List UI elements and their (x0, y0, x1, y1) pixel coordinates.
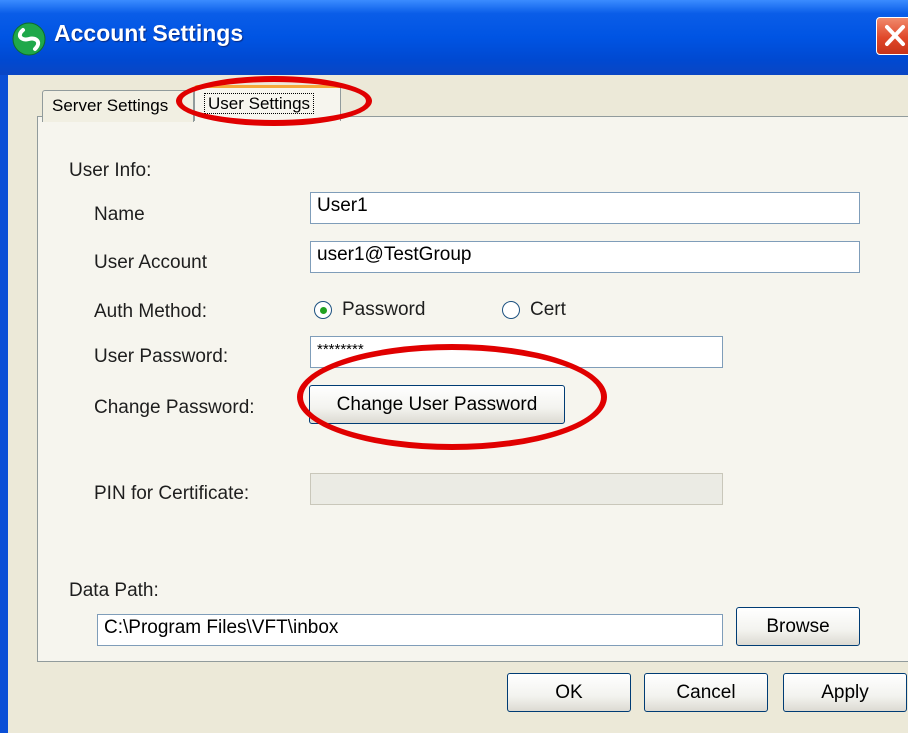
tab-server-settings[interactable]: Server Settings (42, 90, 194, 122)
user-password-label: User Password: (94, 346, 229, 367)
window-title: Account Settings (54, 20, 244, 46)
apply-button[interactable]: Apply (783, 673, 907, 712)
data-path-label: Data Path: (69, 580, 159, 601)
cert-radio-label[interactable]: Cert (530, 299, 566, 321)
highlight-oval-change-password (297, 344, 607, 450)
app-swirl-icon (12, 22, 46, 56)
account-settings-window: Account Settings User Info: Name User1 U… (0, 0, 908, 733)
data-path-input[interactable]: C:\Program Files\VFT\inbox (97, 614, 723, 646)
pin-certificate-input (310, 473, 723, 505)
password-radio[interactable] (314, 301, 332, 319)
title-bar[interactable]: Account Settings (0, 0, 908, 75)
password-radio-label[interactable]: Password (342, 299, 425, 321)
close-icon (885, 25, 905, 46)
user-account-label: User Account (94, 252, 207, 273)
cancel-button[interactable]: Cancel (644, 673, 768, 712)
user-account-input[interactable]: user1@TestGroup (310, 241, 860, 273)
user-info-label: User Info: (69, 160, 152, 181)
highlight-oval-user-settings-tab (176, 76, 372, 126)
name-input[interactable]: User1 (310, 192, 860, 224)
cert-radio[interactable] (502, 301, 520, 319)
change-password-label: Change Password: (94, 397, 255, 418)
ok-button[interactable]: OK (507, 673, 631, 712)
browse-button[interactable]: Browse (736, 607, 860, 646)
close-button[interactable] (876, 17, 908, 55)
pin-certificate-label: PIN for Certificate: (94, 483, 250, 504)
auth-method-label: Auth Method: (94, 301, 208, 322)
name-label: Name (94, 204, 145, 225)
